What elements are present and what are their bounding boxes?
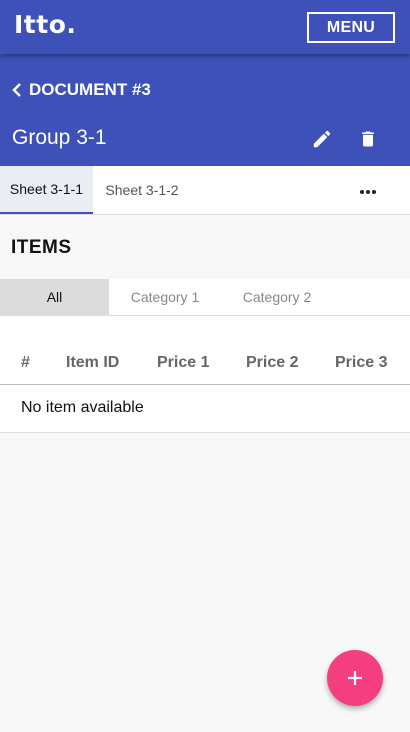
- items-table: # Item ID Price 1 Price 2 Price 3 No ite…: [0, 316, 410, 433]
- app-bar: Itto. MENU: [0, 0, 410, 54]
- column-header-price-2[interactable]: Price 2: [246, 354, 298, 372]
- chevron-left-icon: [12, 83, 21, 97]
- document-header: DOCUMENT #3 Group 3-1: [0, 54, 410, 166]
- pencil-icon[interactable]: [311, 128, 333, 150]
- empty-state-text: No item available: [21, 399, 144, 416]
- group-title: Group 3-1: [12, 126, 107, 149]
- tab-category-all[interactable]: All: [0, 279, 109, 315]
- tab-sheet-3-1-2[interactable]: Sheet 3-1-2: [93, 166, 191, 214]
- sheet-tabs: Sheet 3-1-1 Sheet 3-1-2: [0, 166, 410, 215]
- tab-category-1[interactable]: Category 1: [109, 279, 221, 315]
- column-header-price-3[interactable]: Price 3: [335, 354, 387, 372]
- column-header-number[interactable]: #: [21, 354, 30, 372]
- app-logo[interactable]: Itto.: [14, 10, 76, 39]
- back-link-label: DOCUMENT #3: [29, 80, 151, 99]
- tab-sheet-3-1-1[interactable]: Sheet 3-1-1: [0, 166, 93, 214]
- column-header-item-id[interactable]: Item ID: [66, 354, 119, 372]
- more-horizontal-icon[interactable]: [358, 182, 378, 202]
- add-item-button[interactable]: [327, 650, 383, 706]
- empty-table-row: No item available: [0, 385, 410, 433]
- plus-icon: [348, 671, 362, 685]
- column-header-price-1[interactable]: Price 1: [157, 354, 209, 372]
- table-header-row: # Item ID Price 1 Price 2 Price 3: [0, 342, 410, 385]
- back-to-document-link[interactable]: DOCUMENT #3: [12, 80, 151, 100]
- category-tabs: All Category 1 Category 2: [0, 279, 410, 316]
- menu-button[interactable]: MENU: [307, 12, 395, 43]
- items-heading: ITEMS: [11, 237, 72, 258]
- trash-icon[interactable]: [358, 128, 378, 150]
- tab-category-2[interactable]: Category 2: [221, 279, 333, 315]
